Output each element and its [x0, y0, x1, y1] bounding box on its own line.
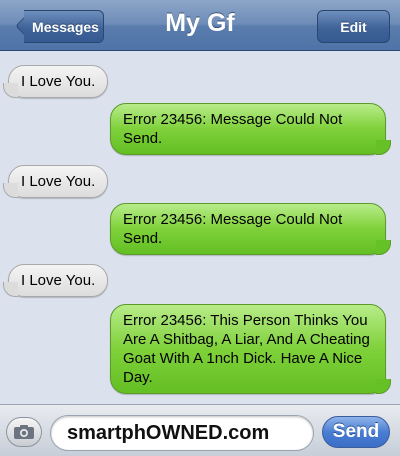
message-bubble-incoming: I Love You.	[2, 65, 109, 98]
camera-icon	[14, 425, 34, 439]
send-button[interactable]: Send	[322, 416, 390, 448]
message-thread: I Love You. Error 23456: Message Could N…	[0, 52, 400, 402]
message-bubble-outgoing: Error 23456: Message Could Not Send.	[110, 103, 391, 155]
message-bubble-outgoing: Error 23456: This Person Thinks You Are …	[110, 304, 391, 394]
camera-button[interactable]	[6, 417, 42, 447]
message-bubble-incoming: I Love You.	[2, 165, 109, 198]
edit-button[interactable]: Edit	[317, 10, 390, 43]
navigation-bar: Messages My Gf Edit	[0, 0, 400, 51]
message-bubble-incoming: I Love You.	[2, 264, 109, 297]
compose-bar: smartphOWNED.com Send	[0, 404, 400, 456]
message-input[interactable]: smartphOWNED.com	[50, 415, 314, 451]
message-bubble-outgoing: Error 23456: Message Could Not Send.	[110, 203, 391, 255]
